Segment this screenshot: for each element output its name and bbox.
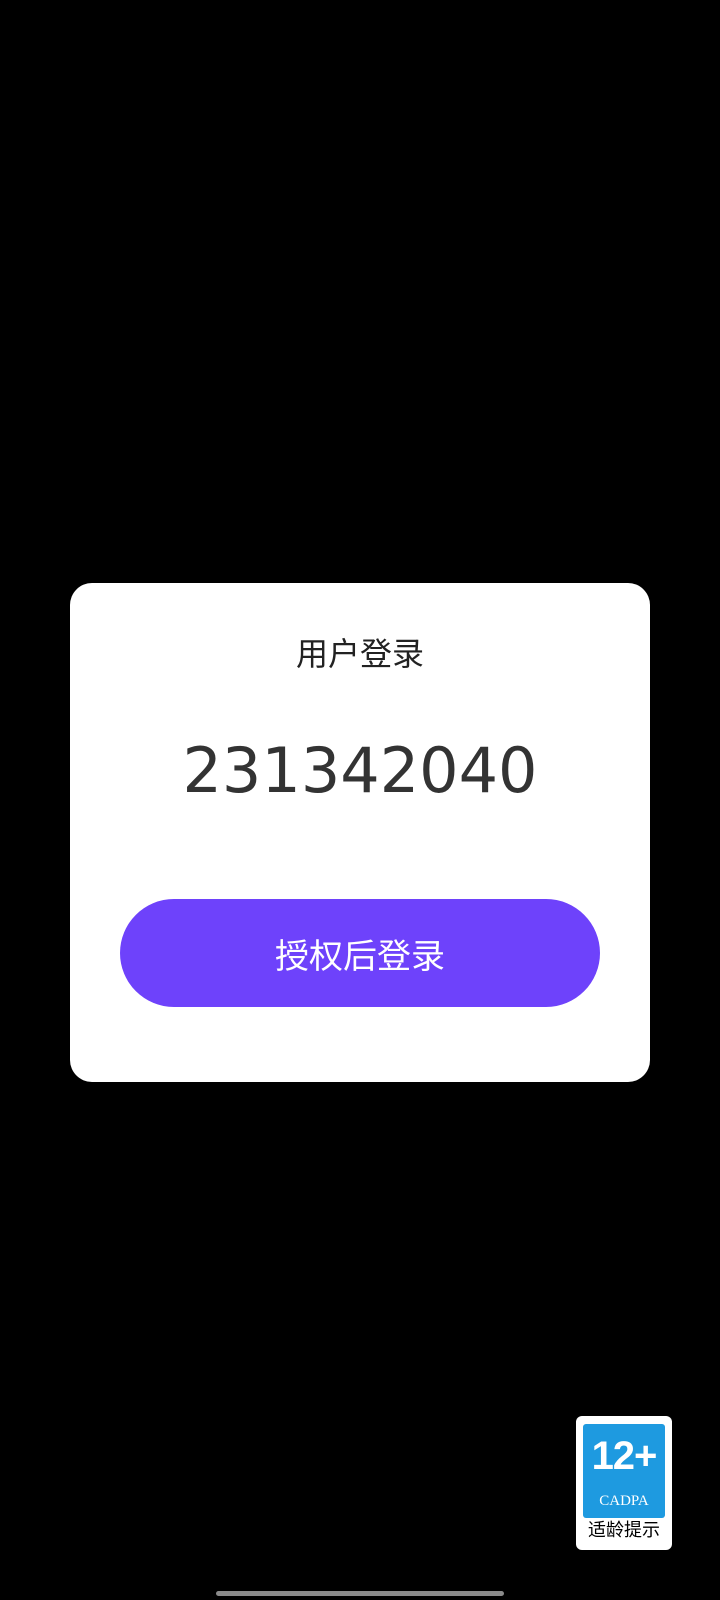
age-rating-icon: 12+ CADPA xyxy=(583,1424,665,1518)
age-rating-badge[interactable]: 12+ CADPA 适龄提示 xyxy=(576,1416,672,1550)
home-indicator[interactable] xyxy=(216,1591,504,1596)
user-id: 231342040 xyxy=(182,734,538,807)
dialog-title: 用户登录 xyxy=(295,635,424,673)
login-dialog: 用户登录 231342040 授权后登录 xyxy=(70,583,650,1082)
screen: 用户登录 231342040 授权后登录 12+ CADPA 适龄提示 xyxy=(0,0,720,1600)
age-rating-value: 12+ xyxy=(591,1434,658,1478)
age-rating-org: CADPA xyxy=(599,1493,649,1509)
age-rating-label: 适龄提示 xyxy=(588,1520,660,1541)
authorize-login-button[interactable]: 授权后登录 xyxy=(120,899,600,1007)
